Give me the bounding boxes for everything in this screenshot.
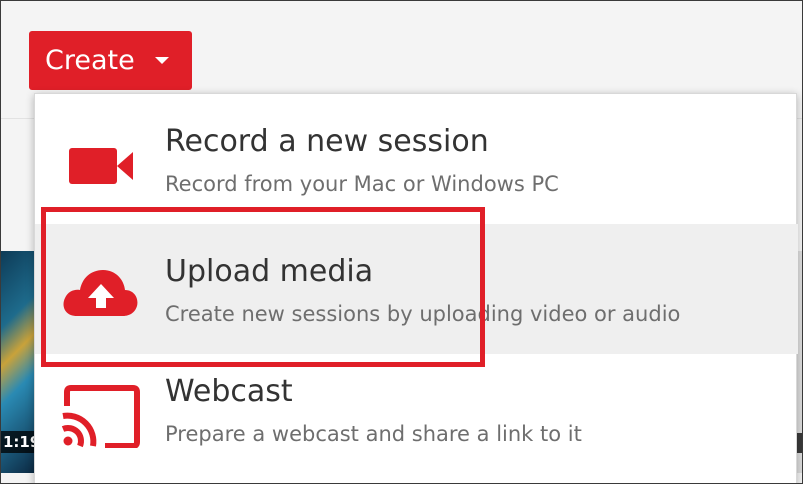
menu-item-record-session[interactable]: Record a new session Record from your Ma… <box>35 94 798 224</box>
create-button-label: Create <box>45 45 135 76</box>
menu-item-title: Upload media <box>165 254 374 289</box>
cast-icon <box>61 385 140 448</box>
menu-item-subtitle: Prepare a webcast and share a link to it <box>165 422 582 446</box>
menu-item-title: Record a new session <box>165 124 489 159</box>
menu-item-title: Webcast <box>165 374 293 409</box>
video-camera-icon <box>69 148 133 184</box>
menu-item-subtitle: Record from your Mac or Windows PC <box>165 172 559 196</box>
menu-item-upload-media[interactable]: Upload media Create new sessions by uplo… <box>35 224 798 354</box>
thumbnail-duration: 1:19 <box>1 431 37 453</box>
app-frame: Create 1:19 Record a new session Record … <box>0 0 803 484</box>
cloud-upload-icon <box>63 270 138 316</box>
menu-item-subtitle: Create new sessions by uploading video o… <box>165 302 681 326</box>
menu-item-webcast[interactable]: Webcast Prepare a webcast and share a li… <box>35 354 798 483</box>
session-thumbnail-left[interactable]: 1:19 <box>1 251 37 473</box>
caret-down-icon <box>154 57 169 64</box>
create-dropdown-menu: Record a new session Record from your Ma… <box>34 93 798 483</box>
create-button[interactable]: Create <box>29 31 192 90</box>
